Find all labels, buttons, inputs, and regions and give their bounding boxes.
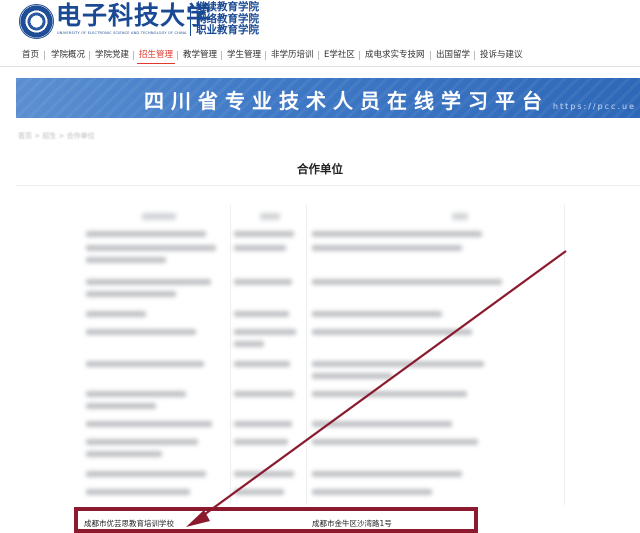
nav-item-party[interactable]: 学院党建 — [93, 47, 131, 63]
nav-item-pro-tech-network[interactable]: 成电求实专技网 — [363, 47, 427, 63]
highlighted-school-address: 成都市金牛区沙湾路1号 — [312, 519, 392, 528]
highlighted-row: 成都市优芸思教育培训学校 成都市金牛区沙湾路1号 — [74, 507, 478, 533]
site-header: 电子科技大学 UNIVERSITY OF ELECTRONIC SCIENCE … — [0, 0, 640, 42]
main-nav: 首页 学院概况 学院党建 招生管理 教学管理 学生管理 非学历培训 E学社区 成… — [0, 44, 640, 66]
banner-url: https://pcc.ue — [552, 102, 636, 111]
nav-item-non-degree-training[interactable]: 非学历培训 — [269, 47, 316, 63]
nav-item-students[interactable]: 学生管理 — [225, 47, 263, 63]
nav-separator — [89, 51, 90, 60]
nav-item-complaints[interactable]: 投诉与建议 — [478, 47, 525, 63]
nav-separator — [359, 51, 360, 60]
nav-separator — [133, 51, 134, 60]
college-names: 继续教育学院 网络教育学院 职业教育学院 — [196, 1, 259, 37]
college-name-continuing: 继续教育学院 — [196, 1, 259, 13]
platform-banner[interactable]: 四川省专业技术人员在线学习平台 https://pcc.ue — [16, 78, 640, 118]
nav-item-e-community[interactable]: E学社区 — [322, 47, 357, 63]
nav-item-admissions[interactable]: 招生管理 — [137, 47, 176, 64]
university-english-name: UNIVERSITY OF ELECTRONIC SCIENCE AND TEC… — [57, 31, 187, 35]
nav-item-overview[interactable]: 学院概况 — [49, 47, 87, 63]
university-name[interactable]: 电子科技大学 — [56, 2, 212, 30]
nav-separator — [177, 51, 178, 60]
nav-separator — [318, 51, 319, 60]
column-line — [306, 205, 307, 505]
banner-title: 四川省专业技术人员在线学习平台 — [144, 89, 549, 113]
nav-item-study-abroad[interactable]: 出国留学 — [434, 47, 472, 63]
logo-divider — [190, 6, 191, 36]
column-header-blurred — [142, 213, 176, 220]
page-title: 合作单位 — [297, 162, 343, 176]
column-header-blurred — [260, 213, 280, 220]
partner-table-blurred — [84, 205, 584, 515]
nav-separator — [430, 51, 431, 60]
column-line — [230, 205, 231, 505]
university-seal-icon[interactable] — [19, 4, 54, 39]
nav-item-teaching[interactable]: 教学管理 — [181, 47, 219, 63]
nav-divider — [0, 66, 640, 67]
breadcrumb[interactable]: 首页 > 招生 > 合作单位 — [18, 131, 95, 141]
nav-separator — [44, 51, 45, 60]
highlighted-school-name: 成都市优芸思教育培训学校 — [84, 519, 174, 528]
title-divider — [16, 185, 640, 186]
column-line — [564, 205, 565, 505]
college-name-vocational: 职业教育学院 — [196, 24, 259, 36]
nav-item-home[interactable]: 首页 — [20, 47, 41, 63]
nav-separator — [265, 51, 266, 60]
nav-separator — [221, 51, 222, 60]
nav-separator — [474, 51, 475, 60]
column-header-blurred — [452, 213, 468, 220]
